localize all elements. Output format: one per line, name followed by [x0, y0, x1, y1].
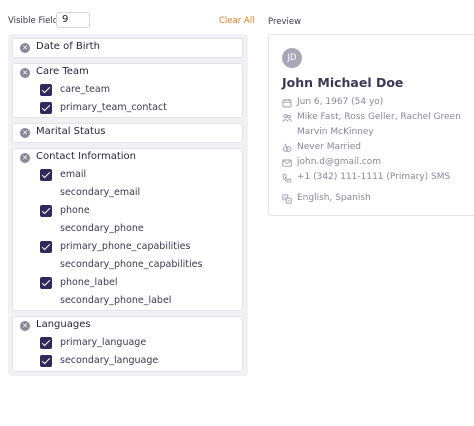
field-item-email[interactable]: email	[36, 166, 236, 184]
field-label: secondary_email	[60, 187, 141, 198]
checkbox[interactable]	[40, 205, 52, 217]
remove-group-icon[interactable]: ✕	[20, 321, 30, 331]
checkbox[interactable]	[40, 337, 52, 349]
remove-group-icon[interactable]: ✕	[20, 43, 30, 53]
field-item-primary-language[interactable]: primary_language	[36, 334, 236, 352]
group-care-team: ✕ Care Team care_team primary_team_conta…	[12, 63, 243, 118]
group-title: Contact Information	[36, 151, 136, 162]
field-label: secondary_phone	[60, 223, 144, 234]
group-title: Languages	[36, 319, 91, 330]
field-item-secondary-email[interactable]: secondary_email	[36, 184, 236, 202]
email-text: john.d@gmail.com	[297, 157, 382, 167]
group-marital-status: ✕ Marital Status	[12, 123, 243, 143]
field-item-secondary-language[interactable]: secondary_language	[36, 352, 236, 370]
field-label: care_team	[60, 84, 110, 95]
remove-group-icon[interactable]: ✕	[20, 153, 30, 163]
checkbox[interactable]	[40, 259, 52, 271]
calendar-icon	[282, 99, 292, 108]
group-languages: ✕ Languages primary_language secondary_l…	[12, 316, 243, 372]
visible-fields-label: Visible Fields	[8, 16, 63, 26]
rings-icon	[282, 143, 292, 152]
field-item-care-team[interactable]: care_team	[36, 81, 236, 99]
remove-group-icon[interactable]: ✕	[20, 68, 30, 78]
phone-icon	[282, 173, 292, 183]
field-item-primary-phone-capabilities[interactable]: primary_phone_capabilities	[36, 238, 236, 256]
dob-text: Jun 6, 1967 (54 yo)	[297, 97, 384, 107]
clear-all-link[interactable]: Clear All	[219, 16, 254, 26]
marital-text: Never Married	[297, 142, 361, 152]
mail-icon	[282, 159, 292, 167]
field-item-secondary-phone-label[interactable]: secondary_phone_label	[36, 292, 236, 310]
translate-icon	[282, 194, 292, 204]
remove-group-icon[interactable]: ✕	[20, 128, 30, 138]
field-label: secondary_language	[60, 355, 159, 366]
phone-text: +1 (342) 111-1111 (Primary) SMS	[297, 172, 451, 182]
care-team-text-line2: Marvin McKinney	[297, 127, 374, 137]
group-date-of-birth: ✕ Date of Birth	[12, 38, 243, 58]
field-label: email	[60, 169, 87, 180]
field-item-primary-team-contact[interactable]: primary_team_contact	[36, 99, 236, 117]
field-item-phone[interactable]: phone	[36, 202, 236, 220]
field-label: secondary_phone_capabilities	[60, 259, 203, 270]
checkbox[interactable]	[40, 223, 52, 235]
checkbox[interactable]	[40, 355, 52, 367]
checkbox[interactable]	[40, 84, 52, 96]
field-label: phone	[60, 205, 90, 216]
email-row: john.d@gmail.com	[282, 156, 474, 170]
preview-label: Preview	[268, 17, 302, 27]
field-item-phone-label[interactable]: phone_label	[36, 274, 236, 292]
group-title: Care Team	[36, 66, 89, 77]
group-title: Date of Birth	[36, 41, 100, 52]
group-contact-information: ✕ Contact Information email secondary_em…	[12, 148, 243, 311]
care-team-text: Mike Fast, Ross Geller, Rachel Green	[297, 112, 461, 122]
group-title: Marital Status	[36, 126, 106, 137]
checkbox[interactable]	[40, 187, 52, 199]
field-item-secondary-phone[interactable]: secondary_phone	[36, 220, 236, 238]
language-row: English, Spanish	[282, 192, 474, 206]
visible-fields-input[interactable]: 9	[56, 12, 90, 28]
preview-card: JD John Michael Doe Jun 6, 1967 (54 yo) …	[268, 34, 474, 216]
field-item-secondary-phone-capabilities[interactable]: secondary_phone_capabilities	[36, 256, 236, 274]
people-icon	[282, 114, 292, 122]
patient-name: John Michael Doe	[282, 75, 404, 90]
checkbox[interactable]	[40, 169, 52, 181]
marital-row: Never Married	[282, 141, 474, 155]
care-team-row: Mike Fast, Ross Geller, Rachel Green	[282, 111, 474, 125]
field-label: primary_phone_capabilities	[60, 241, 191, 252]
checkbox[interactable]	[40, 241, 52, 253]
care-team-row-continued: Marvin McKinney	[282, 126, 474, 140]
field-label: phone_label	[60, 277, 118, 288]
checkbox[interactable]	[40, 295, 52, 307]
checkbox[interactable]	[40, 277, 52, 289]
field-label: primary_team_contact	[60, 102, 167, 113]
avatar: JD	[282, 48, 302, 68]
phone-row: +1 (342) 111-1111 (Primary) SMS	[282, 171, 474, 185]
checkbox[interactable]	[40, 102, 52, 114]
field-label: primary_language	[60, 337, 147, 348]
fields-panel: ✕ Date of Birth ✕ Care Team care_team pr…	[8, 34, 248, 376]
dob-row: Jun 6, 1967 (54 yo)	[282, 96, 474, 110]
language-text: English, Spanish	[297, 193, 371, 203]
field-label: secondary_phone_label	[60, 295, 172, 306]
